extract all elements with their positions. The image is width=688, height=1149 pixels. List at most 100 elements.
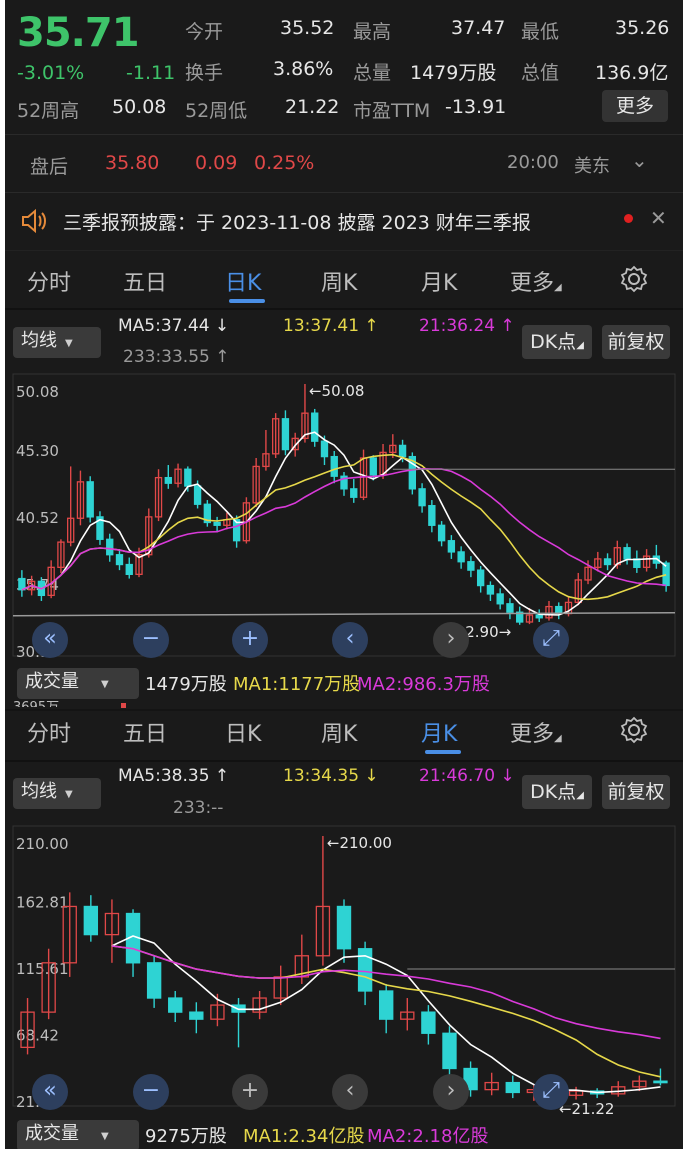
candle-body [125,563,133,575]
ma-indicator-select[interactable]: 均线 ▼ [13,778,101,809]
ma233-value: 233:33.55 ↑ [123,347,230,367]
after-hours-time: 20:00 [507,152,559,173]
change-percent: -3.01% [17,62,85,84]
candle-body [418,488,426,507]
open-label: 今开 [185,21,224,43]
y-tick-label: 40.52 [16,509,59,527]
ma21-value: 21:46.70 ↓ [419,766,515,786]
zoom-in-icon[interactable]: + [232,1074,268,1110]
dk-point-label: DK点 [530,331,577,353]
week52-high-label: 52周高 [17,100,80,122]
more-quote-button[interactable]: 更多 [602,90,668,122]
tab-intraday[interactable]: 分时 [27,265,71,297]
tab-five-day[interactable]: 五日 [123,716,167,748]
candle-body [106,538,114,556]
expand-icon[interactable]: ⤢ [533,622,569,658]
tab-five-day[interactable]: 五日 [123,265,167,297]
close-icon[interactable]: ✕ [650,206,667,230]
monthly-volume: 9275万股 [145,1126,227,1147]
tab-intraday[interactable]: 分时 [27,716,71,748]
after-hours-percent: 0.25% [254,152,315,174]
low-value: 35.26 [615,17,670,39]
candle-body [505,1081,520,1094]
volume-value: 1479万股 [410,62,497,84]
volume-indicator-select[interactable]: 成交量 ▼ [17,1120,139,1149]
ma-indicator-select[interactable]: 均线 ▼ [13,327,101,358]
dk-point-button[interactable]: DK点◢ [522,775,592,809]
chart-frame [12,825,676,1107]
stock-detail-screen: 35.71 -3.01% -1.11 今开 35.52 最高 37.47 最低 … [5,0,683,1149]
high-label: 最高 [353,21,392,43]
gear-icon[interactable] [620,716,648,744]
ma13-value: 13:34.35 ↓ [283,766,379,786]
volume-axis-label: 3695万 [13,697,59,707]
zoom-out-icon[interactable]: − [133,622,169,658]
candle-body [535,614,543,619]
divider [5,308,683,310]
gear-icon[interactable] [620,265,648,293]
ma233-line [12,611,676,617]
candle-body [336,905,352,950]
volume-indicator-select[interactable]: 成交量 ▼ [17,668,139,699]
tab-more[interactable]: 更多◢ [510,265,562,297]
tab-more-label: 更多 [510,722,555,747]
candle-body [115,554,124,566]
candle-body [213,521,221,526]
scroll-right-icon[interactable]: › [433,622,469,658]
candle-body [496,593,504,605]
y-tick-label: 210.00 [16,835,69,853]
tab-monthly-k[interactable]: 月K [421,265,457,297]
ma5-line [21,431,667,616]
adjust-price-button[interactable]: 前复权 [602,775,670,809]
volume-indicator-label: 成交量 [25,671,79,692]
scroll-right-icon[interactable]: › [433,1074,469,1110]
tab-weekly-k[interactable]: 周K [321,265,357,297]
ma13-value: 13:37.41 ↑ [283,316,379,336]
divider [5,760,683,762]
market-cap-value: 136.9亿 [595,62,669,84]
candle-body [398,444,407,458]
tab-monthly-k[interactable]: 月K [421,716,457,748]
turnover-value: 3.86% [273,58,334,80]
ma233-value: 233:-- [173,798,224,818]
week52-low-label: 52周低 [185,100,248,122]
ma-indicator-label: 均线 [21,781,57,802]
tab-more[interactable]: 更多◢ [510,716,562,748]
scroll-left-double-icon[interactable]: « [32,622,68,658]
last-price: 35.71 [17,10,140,56]
divider [5,250,683,251]
after-hours-label: 盘后 [30,156,69,178]
candle-body [467,561,475,571]
scroll-left-icon[interactable]: ‹ [332,1074,368,1110]
tab-daily-k[interactable]: 日K [225,716,261,748]
dk-point-button[interactable]: DK点◢ [522,325,592,359]
candle-body [369,457,377,476]
dk-point-label: DK点 [530,781,577,803]
zoom-in-icon[interactable]: + [232,622,268,658]
candle-body [86,481,94,518]
candle-body [379,990,394,1020]
candle-body [476,569,485,587]
divider [5,192,683,193]
expand-icon[interactable]: ⤢ [533,1074,569,1110]
scroll-left-icon[interactable]: ‹ [332,622,368,658]
scroll-left-double-icon[interactable]: « [32,1074,68,1110]
tab-more-label: 更多 [510,271,555,296]
candle-body [168,997,183,1013]
low-label: 最低 [521,21,560,43]
volume-label: 总量 [353,62,392,84]
candle-body [486,584,495,595]
candle-body [437,524,446,542]
active-tab-indicator [229,299,265,303]
tab-weekly-k[interactable]: 周K [321,716,357,748]
daily-volume-ma2: MA2:986.3万股 [357,674,490,695]
candle-body [457,551,465,563]
tab-daily-k[interactable]: 日K [225,265,261,297]
notice-text[interactable]: 三季报预披露：于 2023-11-08 披露 2023 财年三季报 [63,208,531,235]
chevron-down-icon[interactable]: ⌄ [631,148,648,172]
adjust-price-button[interactable]: 前复权 [602,325,670,359]
candle-body [164,476,172,484]
market-cap-label: 总值 [521,62,560,84]
change-amount: -1.11 [126,62,176,84]
zoom-out-icon[interactable]: − [133,1074,169,1110]
